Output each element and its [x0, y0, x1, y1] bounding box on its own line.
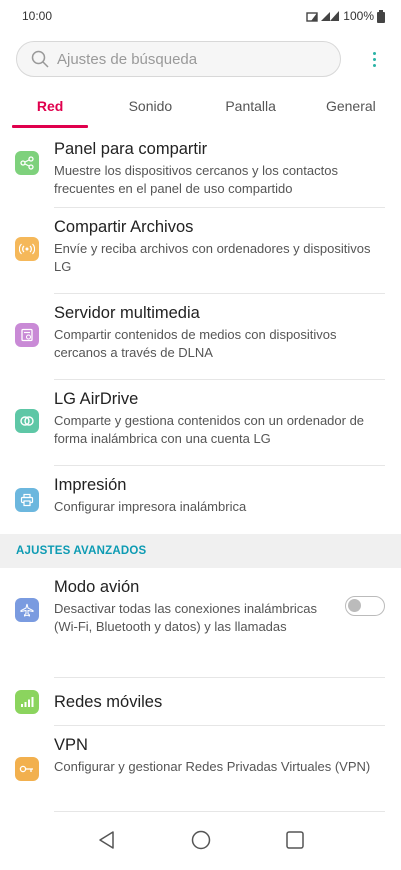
list-item-compartir-archivos[interactable]: Compartir Archivos Envíe y reciba archiv…	[0, 208, 401, 294]
recents-icon[interactable]	[285, 831, 304, 849]
list-item-panel-compartir[interactable]: Panel para compartir Muestre los disposi…	[0, 130, 401, 208]
item-description: Envíe y reciba archivos con ordenadores …	[54, 241, 371, 274]
key-icon	[15, 757, 39, 781]
list-item-servidor-multimedia[interactable]: Servidor multimedia Compartir contenidos…	[0, 294, 401, 380]
airdrive-icon	[15, 409, 39, 433]
navigation-bar	[0, 810, 401, 870]
item-description: Comparte y gestiona contenidos con un or…	[54, 413, 365, 446]
item-title: Compartir Archivos	[54, 218, 194, 236]
item-description: Muestre los dispositivos cercanos y los …	[54, 163, 338, 196]
item-title: VPN	[54, 736, 88, 754]
signal-icon	[306, 11, 340, 22]
signal-icon	[15, 690, 39, 714]
item-description: Desactivar todas las conexiones inalámbr…	[54, 601, 318, 634]
list-item-lg-airdrive[interactable]: LG AirDrive Comparte y gestiona contenid…	[0, 380, 401, 466]
status-bar: 10:00 100%	[0, 0, 401, 32]
airplane-mode-toggle[interactable]	[345, 596, 385, 616]
settings-list: Panel para compartir Muestre los disposi…	[0, 130, 401, 812]
item-title: Servidor multimedia	[54, 304, 200, 322]
tab-general[interactable]: General	[301, 92, 401, 128]
item-title: Impresión	[54, 476, 127, 494]
status-icons: 100%	[306, 9, 385, 23]
airplane-icon	[15, 598, 39, 622]
battery-percent: 100%	[343, 9, 374, 23]
item-title: Modo avión	[54, 578, 140, 596]
list-item-redes-moviles[interactable]: Redes móviles	[0, 678, 401, 726]
item-description: Configurar impresora inalámbrica	[54, 499, 247, 514]
tab-sonido[interactable]: Sonido	[100, 92, 200, 128]
tab-pantalla[interactable]: Pantalla	[201, 92, 301, 128]
section-header-advanced: AJUSTES AVANZADOS	[0, 534, 401, 568]
list-item-impresion[interactable]: Impresión Configurar impresora inalámbri…	[0, 466, 401, 534]
share-icon	[15, 151, 39, 175]
search-icon	[31, 50, 49, 68]
search-placeholder: Ajustes de búsqueda	[57, 50, 198, 68]
item-title: Redes móviles	[54, 693, 163, 711]
wireless-file-icon	[15, 237, 39, 261]
printer-icon	[15, 488, 39, 512]
search-input[interactable]: Ajustes de búsqueda	[16, 41, 341, 77]
back-icon[interactable]	[98, 830, 116, 850]
search-row: Ajustes de búsqueda	[16, 40, 386, 78]
item-description: Configurar y gestionar Redes Privadas Vi…	[54, 759, 371, 774]
tab-red[interactable]: Red	[0, 92, 100, 128]
media-server-icon	[15, 323, 39, 347]
clock: 10:00	[22, 9, 53, 23]
list-item-vpn[interactable]: VPN Configurar y gestionar Redes Privada…	[0, 726, 401, 812]
list-item-modo-avion[interactable]: Modo avión Desactivar todas las conexion…	[0, 568, 401, 678]
battery-icon	[377, 9, 385, 23]
more-options-icon[interactable]	[362, 44, 386, 74]
home-icon[interactable]	[191, 830, 211, 850]
tab-bar: Red Sonido Pantalla General	[0, 92, 401, 128]
item-title: Panel para compartir	[54, 140, 208, 158]
item-description: Compartir contenidos de medios con dispo…	[54, 327, 337, 360]
item-title: LG AirDrive	[54, 390, 139, 408]
toggle-knob	[348, 599, 361, 612]
